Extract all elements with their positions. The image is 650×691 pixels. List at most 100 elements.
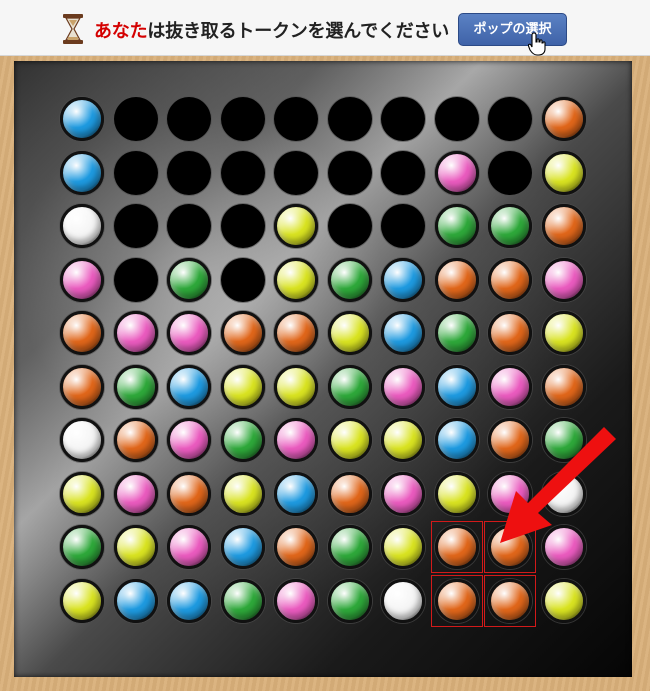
pink-token[interactable]	[167, 418, 211, 462]
board-cell[interactable]	[60, 311, 104, 355]
board-cell[interactable]	[274, 578, 318, 623]
board-cell[interactable]	[220, 578, 265, 623]
green-token[interactable]	[327, 257, 372, 302]
board-cell[interactable]	[327, 150, 372, 195]
board-cell[interactable]	[220, 364, 265, 409]
green-token[interactable]	[220, 418, 265, 462]
blue-token[interactable]	[113, 578, 158, 623]
board-cell[interactable]	[381, 471, 425, 516]
board-cell[interactable]	[220, 525, 265, 569]
pink-token[interactable]	[167, 525, 211, 569]
board-cell[interactable]	[113, 257, 158, 302]
board-cell[interactable]	[167, 150, 211, 195]
board-cell[interactable]	[113, 471, 158, 516]
board-cell[interactable]	[381, 257, 425, 302]
board-cell[interactable]	[167, 97, 211, 141]
board-cell[interactable]	[434, 204, 479, 248]
yellow-token[interactable]	[274, 204, 318, 248]
yellow-token[interactable]	[220, 364, 265, 409]
orange-token[interactable]	[167, 471, 211, 516]
blue-token[interactable]	[167, 364, 211, 409]
blue-token[interactable]	[167, 578, 211, 623]
yellow-token[interactable]	[327, 418, 372, 462]
board-cell[interactable]	[60, 525, 104, 569]
board-cell[interactable]	[220, 97, 265, 141]
yellow-token[interactable]	[541, 578, 586, 623]
board-cell[interactable]	[113, 150, 158, 195]
board-cell[interactable]	[274, 97, 318, 141]
board-cell[interactable]	[381, 204, 425, 248]
board-cell[interactable]	[541, 257, 586, 302]
board-cell[interactable]	[541, 150, 586, 195]
blue-token[interactable]	[220, 525, 265, 569]
board-cell[interactable]	[274, 471, 318, 516]
board-cell[interactable]	[167, 418, 211, 462]
orange-token[interactable]	[220, 311, 265, 355]
pink-token[interactable]	[381, 471, 425, 516]
orange-token[interactable]	[274, 311, 318, 355]
board-cell[interactable]	[220, 311, 265, 355]
board-cell[interactable]	[381, 578, 425, 623]
board-cell[interactable]	[167, 364, 211, 409]
blue-token[interactable]	[60, 150, 104, 195]
yellow-token[interactable]	[60, 578, 104, 623]
board-cell[interactable]	[381, 364, 425, 409]
pink-token[interactable]	[274, 578, 318, 623]
board-cell[interactable]	[381, 150, 425, 195]
board-cell[interactable]	[113, 525, 158, 569]
board-cell[interactable]	[381, 525, 425, 569]
white-token[interactable]	[60, 204, 104, 248]
yellow-token[interactable]	[434, 471, 479, 516]
board-cell[interactable]	[220, 471, 265, 516]
board-cell[interactable]	[381, 311, 425, 355]
blue-token[interactable]	[434, 418, 479, 462]
orange-token[interactable]	[541, 204, 586, 248]
orange-token[interactable]	[541, 364, 586, 409]
pink-token[interactable]	[113, 311, 158, 355]
orange-token[interactable]	[274, 525, 318, 569]
board-cell[interactable]	[327, 525, 372, 569]
board-cell[interactable]	[60, 97, 104, 141]
blue-token[interactable]	[60, 97, 104, 141]
green-token[interactable]	[327, 525, 372, 569]
board-cell[interactable]	[327, 364, 372, 409]
orange-token[interactable]	[60, 364, 104, 409]
orange-token[interactable]	[327, 471, 372, 516]
orange-token[interactable]	[488, 257, 532, 302]
board-cell[interactable]	[167, 578, 211, 623]
orange-token[interactable]	[434, 257, 479, 302]
board-cell[interactable]	[274, 257, 318, 302]
blue-token[interactable]	[381, 311, 425, 355]
pink-token[interactable]	[274, 418, 318, 462]
green-token[interactable]	[167, 257, 211, 302]
board-cell[interactable]	[60, 364, 104, 409]
pink-token[interactable]	[488, 364, 532, 409]
green-token[interactable]	[220, 578, 265, 623]
pink-token[interactable]	[113, 471, 158, 516]
green-token[interactable]	[60, 525, 104, 569]
board-cell[interactable]	[488, 97, 532, 141]
board-cell[interactable]	[541, 204, 586, 248]
white-token[interactable]	[381, 578, 425, 623]
yellow-token[interactable]	[113, 525, 158, 569]
board-cell[interactable]	[327, 578, 372, 623]
board-cell[interactable]	[167, 471, 211, 516]
board-cell[interactable]	[60, 150, 104, 195]
green-token[interactable]	[434, 311, 479, 355]
board-cell[interactable]	[274, 525, 318, 569]
white-token[interactable]	[60, 418, 104, 462]
board-cell[interactable]	[541, 311, 586, 355]
blue-token[interactable]	[434, 364, 479, 409]
yellow-token[interactable]	[220, 471, 265, 516]
board-cell[interactable]	[434, 364, 479, 409]
board-cell[interactable]	[60, 471, 104, 516]
board-cell[interactable]	[60, 578, 104, 623]
green-token[interactable]	[327, 578, 372, 623]
board-cell[interactable]	[60, 418, 104, 462]
board-cell[interactable]	[434, 97, 479, 141]
board-cell[interactable]	[327, 418, 372, 462]
board-cell[interactable]	[381, 418, 425, 462]
orange-token[interactable]	[541, 97, 586, 141]
board-cell[interactable]	[541, 97, 586, 141]
board-cell[interactable]	[488, 257, 532, 302]
